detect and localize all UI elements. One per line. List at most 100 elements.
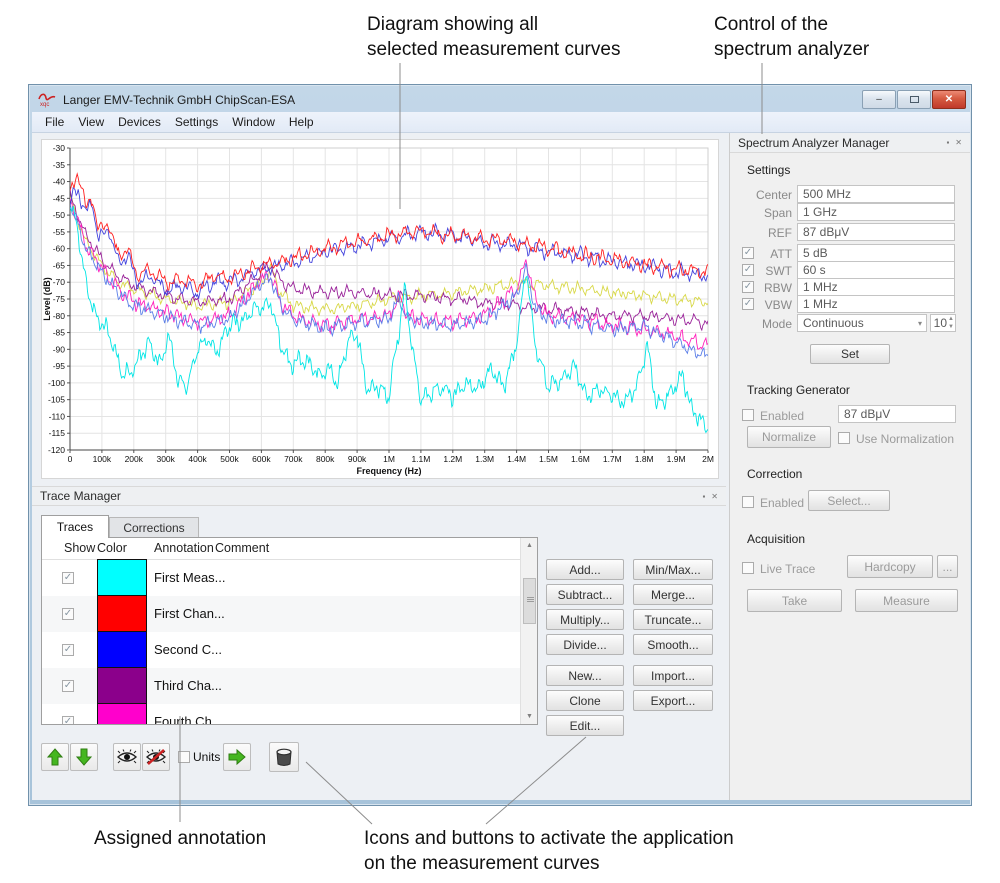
- scroll-up-icon[interactable]: ▲: [522, 538, 537, 553]
- color-swatch[interactable]: [97, 559, 147, 596]
- svg-text:1.6M: 1.6M: [571, 454, 590, 464]
- tab-traces[interactable]: Traces: [41, 515, 109, 538]
- export-button[interactable]: Export...: [633, 690, 713, 711]
- mode-count-value: 10: [934, 316, 947, 330]
- hide-traces-button[interactable]: [142, 743, 170, 771]
- minimize-button[interactable]: –: [862, 90, 896, 109]
- correction-enabled-checkbox[interactable]: [742, 496, 754, 508]
- measure-button[interactable]: Measure: [855, 589, 958, 612]
- show-checkbox[interactable]: ✓: [62, 644, 74, 656]
- hardcopy-button[interactable]: Hardcopy: [847, 555, 933, 578]
- maximize-button[interactable]: [897, 90, 931, 109]
- move-down-button[interactable]: [70, 743, 98, 771]
- span-field[interactable]: 1 GHz: [797, 203, 955, 221]
- menu-settings[interactable]: Settings: [168, 113, 225, 131]
- vertical-scrollbar[interactable]: ▲ ▼: [520, 538, 537, 724]
- correction-select-button[interactable]: Select...: [808, 490, 890, 511]
- live-trace-checkbox[interactable]: [742, 562, 754, 574]
- menu-view[interactable]: View: [71, 113, 111, 131]
- title-bar[interactable]: xqc Langer EMV-Technik GmbH ChipScan-ESA…: [32, 87, 968, 112]
- trace-manager-header[interactable]: Trace Manager ▪ ✕: [32, 486, 726, 506]
- trace-row[interactable]: ✓ Third Cha...: [42, 668, 520, 704]
- tab-corrections[interactable]: Corrections: [109, 517, 199, 538]
- swt-field[interactable]: 60 s: [797, 261, 955, 279]
- trace-annotation: Third Cha...: [154, 678, 222, 693]
- scrollbar-thumb[interactable]: [523, 578, 536, 624]
- apply-button[interactable]: [223, 743, 251, 771]
- trace-annotation: Fourth Ch...: [154, 714, 223, 724]
- smooth-button[interactable]: Smooth...: [633, 634, 713, 655]
- svg-text:Level (dB): Level (dB): [42, 277, 52, 321]
- divide-button[interactable]: Divide...: [546, 634, 624, 655]
- mode-dropdown[interactable]: Continuous ▾: [797, 314, 927, 332]
- color-swatch[interactable]: [97, 704, 147, 724]
- svg-text:1M: 1M: [383, 454, 395, 464]
- menu-help[interactable]: Help: [282, 113, 321, 131]
- minmax-button[interactable]: Min/Max...: [633, 559, 713, 580]
- import-button[interactable]: Import...: [633, 665, 713, 686]
- panel-close-icon[interactable]: ✕: [711, 492, 718, 501]
- rbw-field[interactable]: 1 MHz: [797, 278, 955, 296]
- edit-button[interactable]: Edit...: [546, 715, 624, 736]
- tracking-level-field[interactable]: 87 dBμV: [838, 405, 956, 423]
- svg-text:400k: 400k: [188, 454, 207, 464]
- pin-icon[interactable]: ▪: [946, 138, 949, 147]
- color-swatch[interactable]: [97, 667, 147, 704]
- normalize-button[interactable]: Normalize: [747, 426, 831, 448]
- vbw-field[interactable]: 1 MHz: [797, 295, 955, 313]
- move-up-button[interactable]: [41, 743, 69, 771]
- tracking-enabled-checkbox[interactable]: [742, 409, 754, 421]
- close-button[interactable]: ✕: [932, 90, 966, 109]
- new-button[interactable]: New...: [546, 665, 624, 686]
- spectrum-panel-header[interactable]: Spectrum Analyzer Manager ▪ ✕: [730, 133, 970, 153]
- down-arrow-icon: [75, 748, 93, 766]
- take-button[interactable]: Take: [747, 589, 842, 612]
- pin-icon[interactable]: ▪: [702, 492, 705, 501]
- show-traces-button[interactable]: [113, 743, 141, 771]
- center-field[interactable]: 500 MHz: [797, 185, 955, 203]
- column-color[interactable]: Color: [97, 541, 127, 555]
- units-checkbox[interactable]: [178, 751, 190, 763]
- trace-row[interactable]: ✓ Second C...: [42, 632, 520, 668]
- show-checkbox[interactable]: ✓: [62, 680, 74, 692]
- color-swatch[interactable]: [97, 631, 147, 668]
- delete-trace-button[interactable]: [269, 742, 299, 772]
- set-button[interactable]: Set: [810, 344, 890, 364]
- scroll-down-icon[interactable]: ▼: [522, 709, 537, 724]
- subtract-button[interactable]: Subtract...: [546, 584, 624, 605]
- spinner-arrows-icon: ▲▼: [948, 315, 954, 331]
- menu-devices[interactable]: Devices: [111, 113, 168, 131]
- show-checkbox[interactable]: ✓: [62, 608, 74, 620]
- panel-close-icon[interactable]: ✕: [955, 138, 962, 147]
- trace-row[interactable]: ✓ Fourth Ch...: [42, 704, 520, 724]
- truncate-button[interactable]: Truncate...: [633, 609, 713, 630]
- att-field[interactable]: 5 dB: [797, 244, 955, 262]
- trace-annotation: First Meas...: [154, 570, 226, 585]
- svg-text:-95: -95: [53, 361, 66, 371]
- hardcopy-more-button[interactable]: ...: [937, 555, 958, 578]
- use-normalization-checkbox[interactable]: [838, 432, 850, 444]
- trace-row[interactable]: ✓ First Meas...: [42, 560, 520, 596]
- show-checkbox[interactable]: ✓: [62, 716, 74, 724]
- annotation-icons-line1: Icons and buttons to activate the applic…: [364, 826, 734, 851]
- use-normalization-label: Use Normalization: [856, 432, 954, 446]
- merge-button[interactable]: Merge...: [633, 584, 713, 605]
- multiply-button[interactable]: Multiply...: [546, 609, 624, 630]
- trace-row[interactable]: ✓ First Chan...: [42, 596, 520, 632]
- measurement-chart[interactable]: 0100k200k300k400k500k600k700k800k900k1M1…: [41, 139, 719, 479]
- show-checkbox[interactable]: ✓: [62, 572, 74, 584]
- clone-button[interactable]: Clone: [546, 690, 624, 711]
- menu-file[interactable]: File: [38, 113, 71, 131]
- mode-count-spinner[interactable]: 10 ▲▼: [930, 314, 956, 332]
- svg-text:-55: -55: [53, 227, 66, 237]
- column-annotation[interactable]: Annotation: [154, 541, 214, 555]
- color-swatch[interactable]: [97, 595, 147, 632]
- menu-window[interactable]: Window: [225, 113, 282, 131]
- add-button[interactable]: Add...: [546, 559, 624, 580]
- svg-text:1.3M: 1.3M: [475, 454, 494, 464]
- column-show[interactable]: Show: [64, 541, 95, 555]
- column-comment[interactable]: Comment: [215, 541, 269, 555]
- ref-field[interactable]: 87 dBμV: [797, 223, 955, 241]
- svg-text:-40: -40: [53, 177, 66, 187]
- vbw-label: VBW: [740, 298, 792, 312]
